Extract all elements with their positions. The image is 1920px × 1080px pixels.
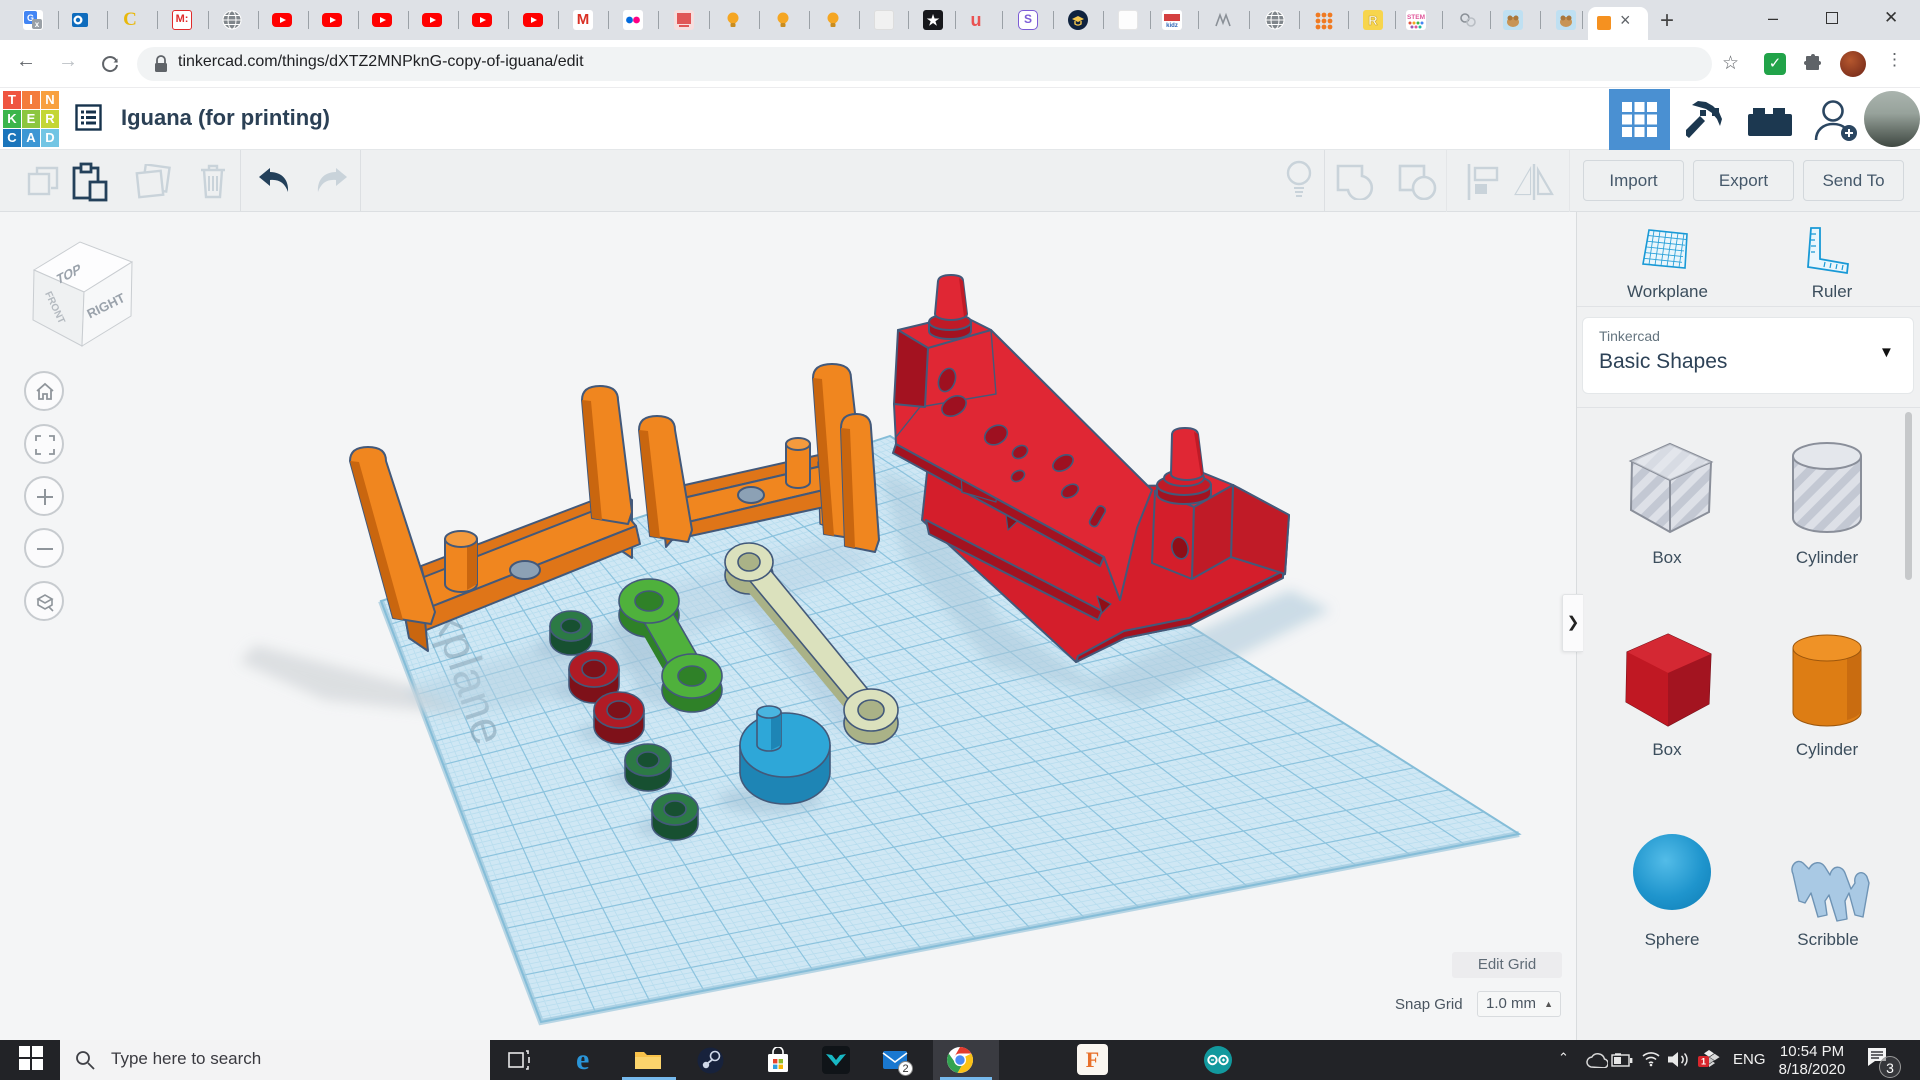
svg-text:R: R — [1368, 13, 1378, 28]
svg-text:1: 1 — [1701, 1057, 1706, 1067]
svg-text:kidz: kidz — [1166, 23, 1178, 29]
svg-text:STEM: STEM — [1407, 14, 1425, 21]
svg-text:x: x — [35, 20, 40, 29]
